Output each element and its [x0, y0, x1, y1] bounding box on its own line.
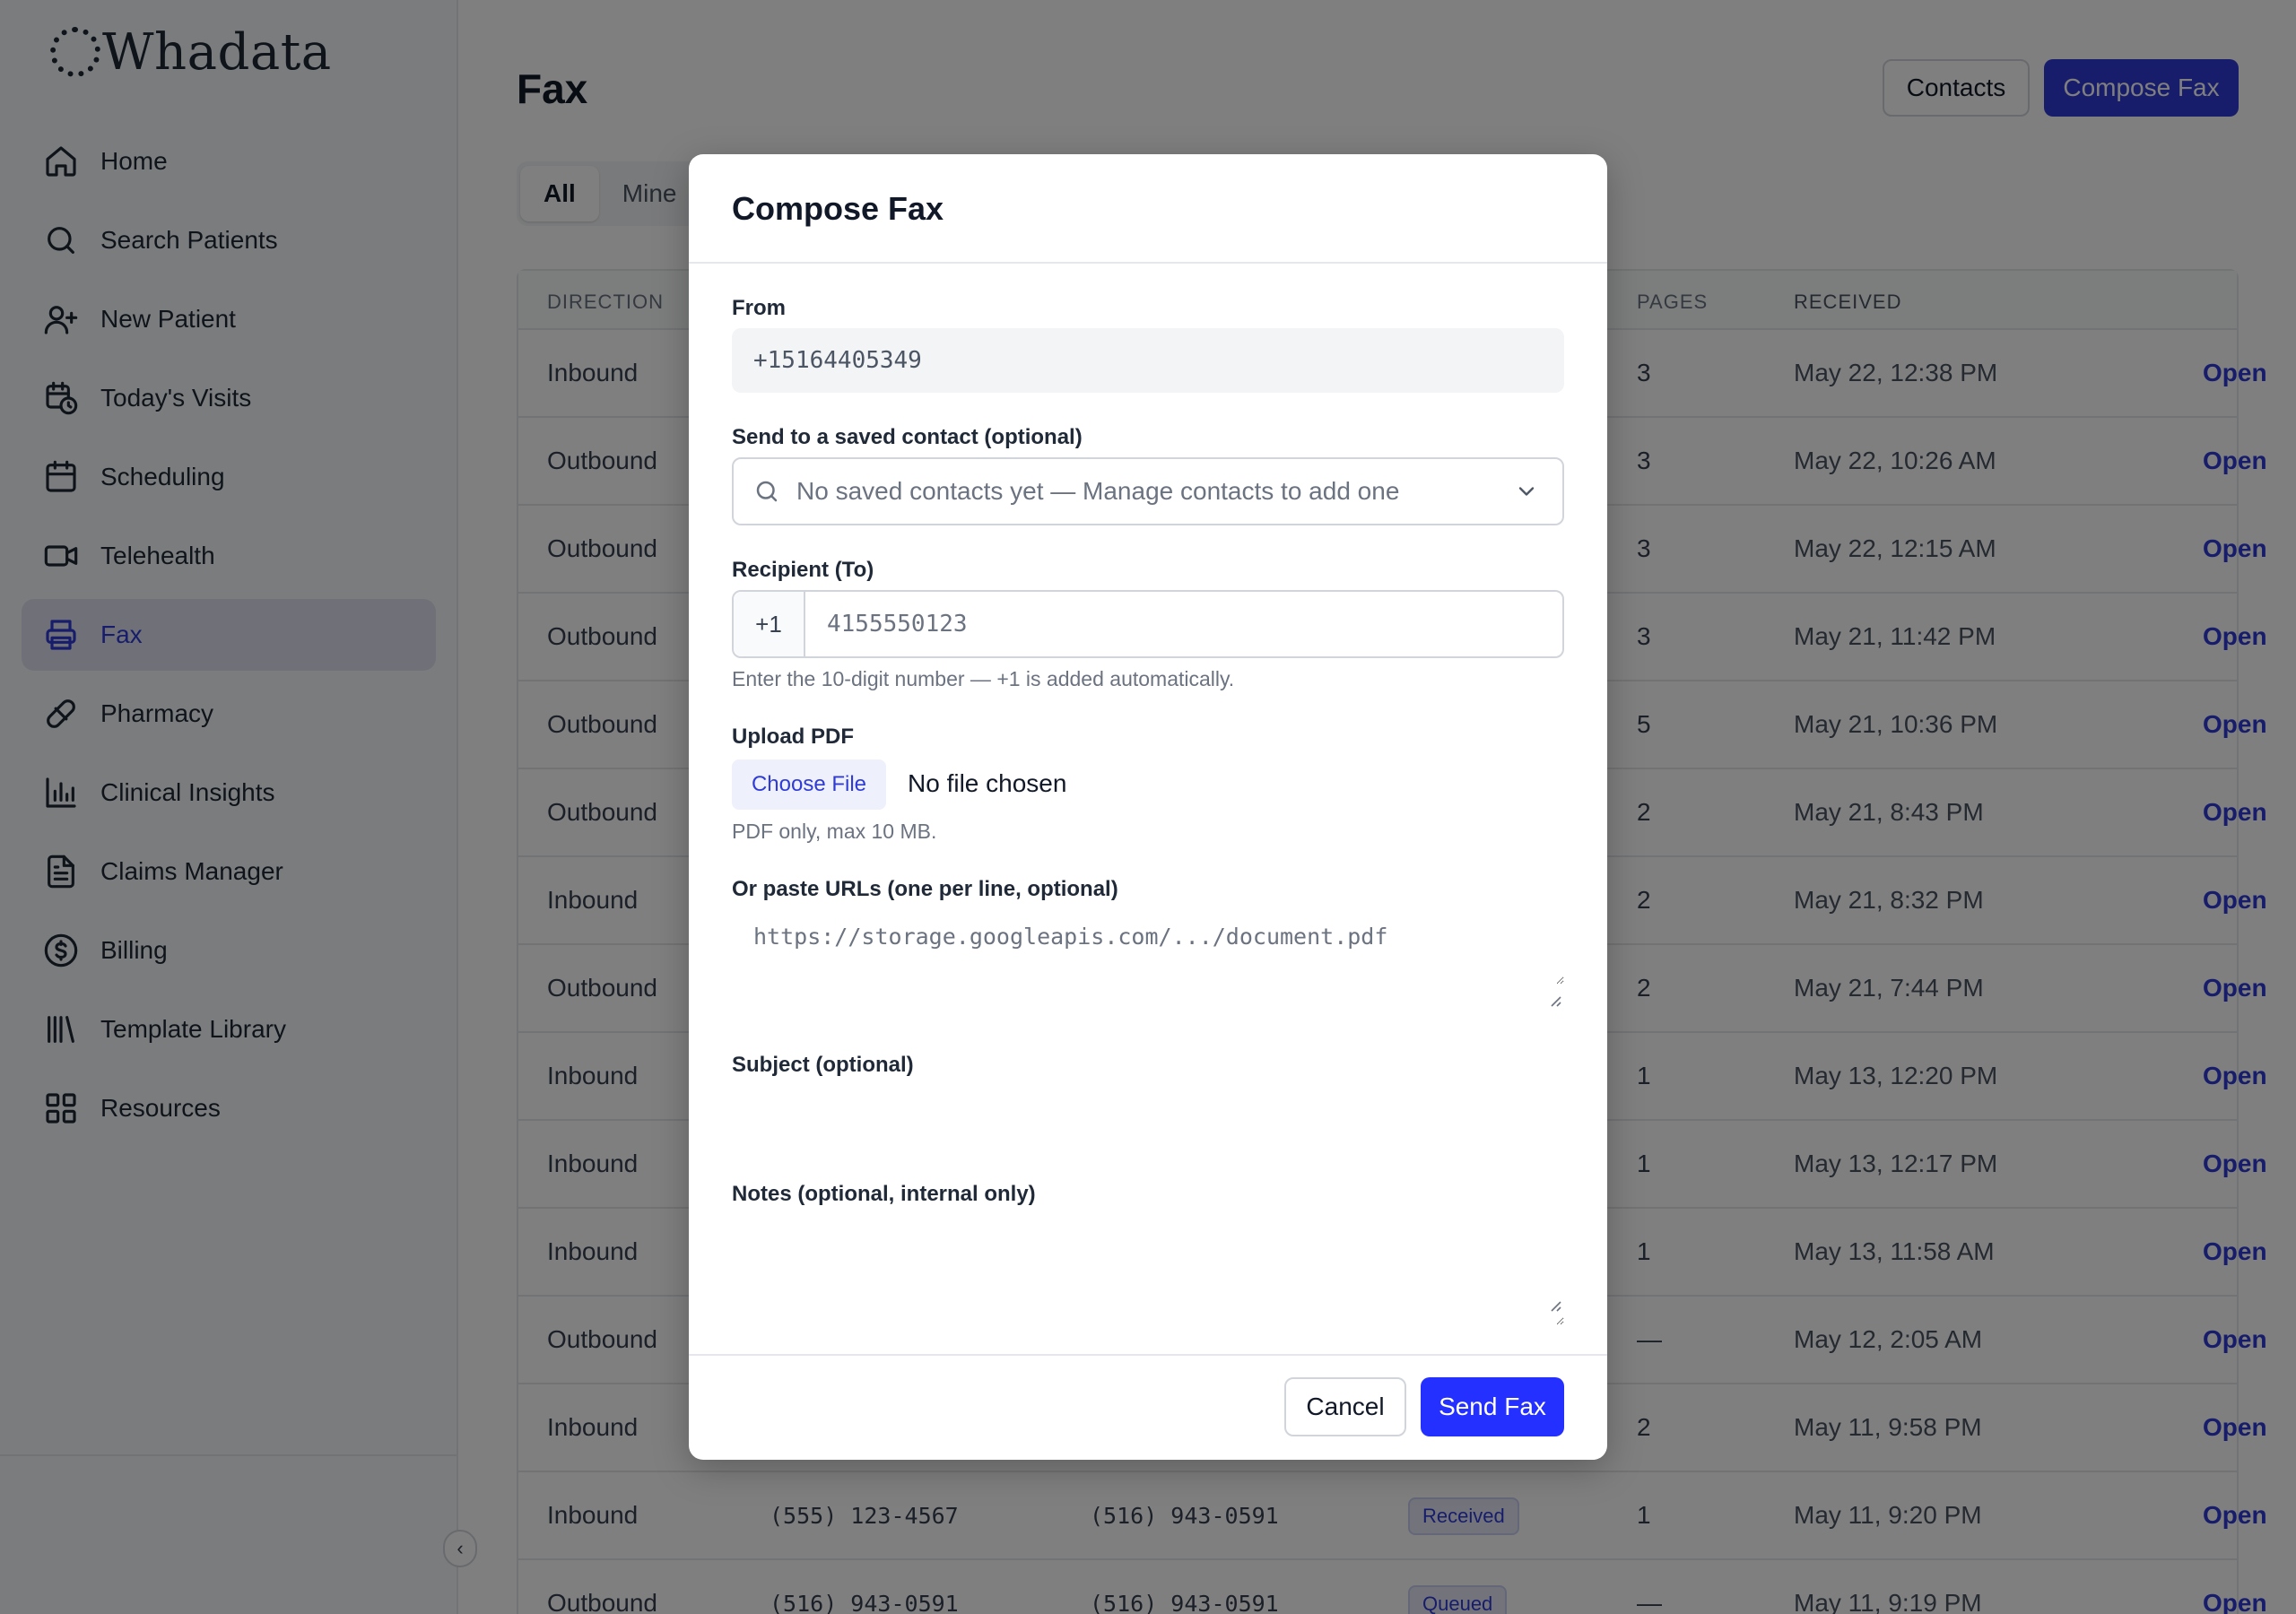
recipient-hint: Enter the 10-digit number — +1 is added … — [732, 667, 1235, 690]
compose-fax-dialog: Compose Fax From +15164405349 Send to a … — [689, 154, 1607, 1460]
chevron-down-icon — [1518, 487, 1535, 496]
recipient-label: Recipient (To) — [732, 558, 874, 582]
saved-contact-placeholder: No saved contacts yet — Manage contacts … — [796, 477, 1400, 505]
from-field: +15164405349 — [732, 328, 1564, 393]
choose-file-button[interactable]: Choose File — [732, 759, 886, 810]
send-fax-button[interactable]: Send Fax — [1421, 1377, 1564, 1436]
subject-input[interactable] — [732, 1087, 1564, 1141]
upload-hint: PDF only, max 10 MB. — [732, 820, 937, 843]
from-label: From — [732, 296, 786, 320]
urls-textarea[interactable] — [732, 913, 1564, 985]
notes-label: Notes (optional, internal only) — [732, 1182, 1036, 1206]
search-icon — [756, 481, 778, 502]
recipient-field: +1 — [732, 590, 1564, 658]
dialog-title: Compose Fax — [732, 190, 944, 227]
no-file-chosen-text: No file chosen — [908, 769, 1067, 797]
saved-contact-select[interactable]: No saved contacts yet — Manage contacts … — [732, 457, 1564, 525]
saved-contact-label: Send to a saved contact (optional) — [732, 425, 1083, 449]
resize-handle-icon[interactable] — [1546, 1297, 1562, 1313]
subject-label: Subject (optional) — [732, 1053, 914, 1077]
urls-label: Or paste URLs (one per line, optional) — [732, 877, 1118, 901]
dialog-footer-divider — [689, 1354, 1607, 1356]
resize-handle-icon[interactable] — [1546, 992, 1562, 1008]
dialog-divider — [689, 262, 1607, 264]
notes-textarea[interactable] — [732, 1218, 1564, 1325]
country-code-prefix: +1 — [734, 592, 805, 656]
recipient-input[interactable] — [805, 592, 1562, 656]
cancel-button[interactable]: Cancel — [1284, 1377, 1406, 1436]
upload-pdf-label: Upload PDF — [732, 725, 854, 749]
